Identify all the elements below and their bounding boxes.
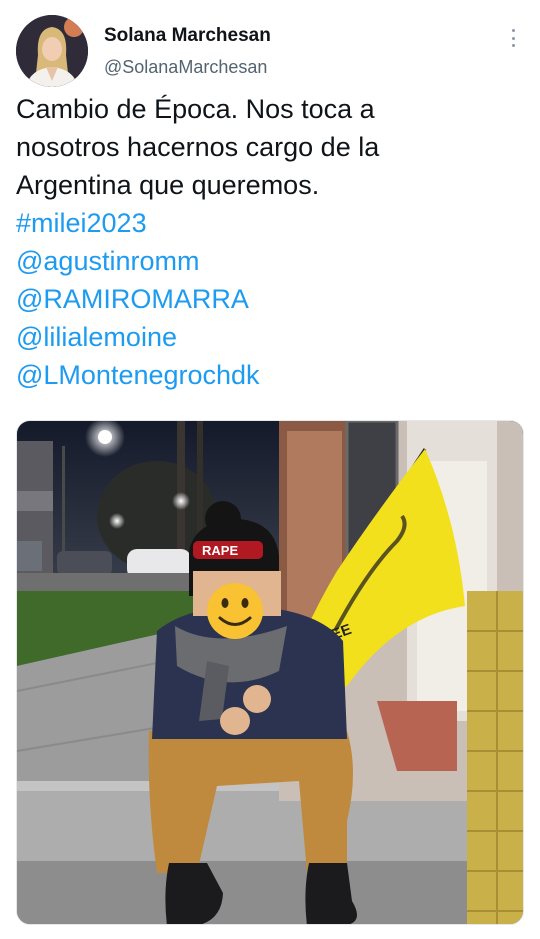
tweet-card[interactable]: Solana Marchesan @SolanaMarchesan Cambio… [0,0,540,939]
more-options-icon[interactable] [505,26,521,50]
tweet-text-line: Argentina que queremos. [16,170,320,200]
tweet-text-line: Cambio de Época. Nos toca a [16,94,375,124]
author-handle[interactable]: @SolanaMarchesan [104,57,267,78]
mention-link[interactable]: @RAMIROMARRA [16,280,521,318]
tweet-text: Cambio de Época. Nos toca a nosotros hac… [16,90,521,394]
avatar-photo-icon [16,15,88,87]
tweet-text-line: nosotros hacernos cargo de la [16,132,380,162]
author-name[interactable]: Solana Marchesan [104,25,271,47]
mention-link[interactable]: @lilialemoine [16,318,521,356]
cap-text: RAPE [202,543,238,558]
photo-child-with-flag: DCREE RAPE [17,421,523,924]
smiley-face-emoji-icon [207,583,263,639]
hashtag-link[interactable]: #milei2023 [16,204,521,242]
author-avatar[interactable] [16,15,88,87]
tweet-media-photo[interactable]: DCREE RAPE [16,420,524,925]
mention-link[interactable]: @agustinromm [16,242,521,280]
mention-link[interactable]: @LMontenegrochdk [16,356,521,394]
